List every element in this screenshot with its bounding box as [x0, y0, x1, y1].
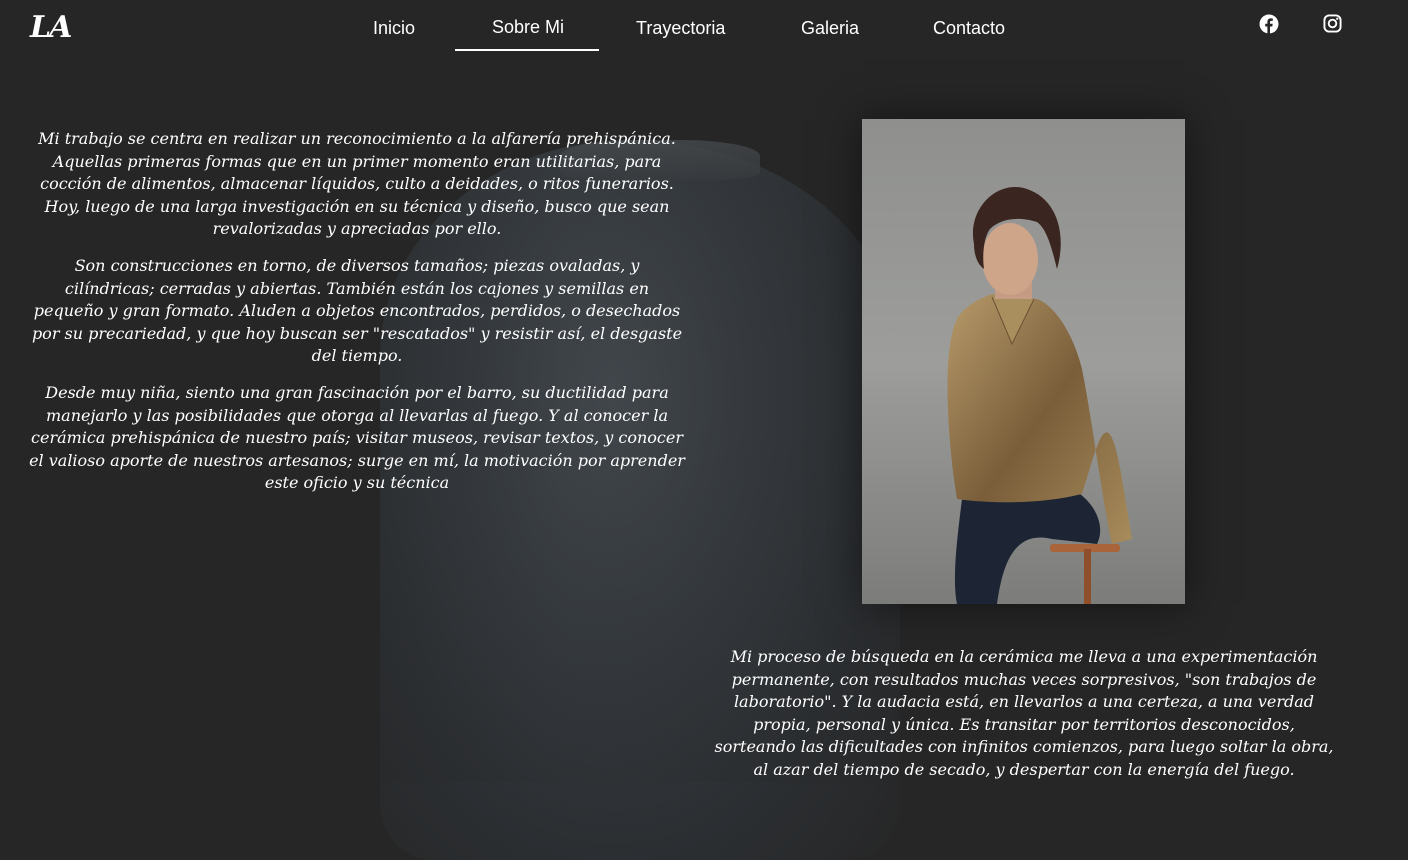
- about-paragraph: Desde muy niña, siento una gran fascinac…: [29, 382, 685, 493]
- nav-galeria[interactable]: Galeria: [801, 18, 859, 39]
- nav-sobre-mi[interactable]: Sobre Mi: [492, 17, 564, 38]
- nav-contacto[interactable]: Contacto: [933, 18, 1005, 39]
- facebook-icon[interactable]: [1259, 14, 1279, 34]
- artist-portrait: [862, 119, 1185, 604]
- process-paragraph: Mi proceso de búsqueda en la cerámica me…: [712, 646, 1336, 782]
- nav-active-indicator: [455, 49, 599, 51]
- about-text: Mi trabajo se centra en realizar un reco…: [28, 128, 686, 509]
- about-paragraph: Son construcciones en torno, de diversos…: [31, 255, 683, 366]
- process-text: Mi proceso de búsqueda en la cerámica me…: [712, 646, 1336, 782]
- nav-trayectoria[interactable]: Trayectoria: [636, 18, 725, 39]
- nav-inicio[interactable]: Inicio: [373, 18, 415, 39]
- instagram-icon[interactable]: [1323, 14, 1343, 34]
- main-nav: Inicio Sobre Mi Trayectoria Galeria Cont…: [0, 0, 1408, 56]
- about-paragraph: Mi trabajo se centra en realizar un reco…: [38, 129, 676, 239]
